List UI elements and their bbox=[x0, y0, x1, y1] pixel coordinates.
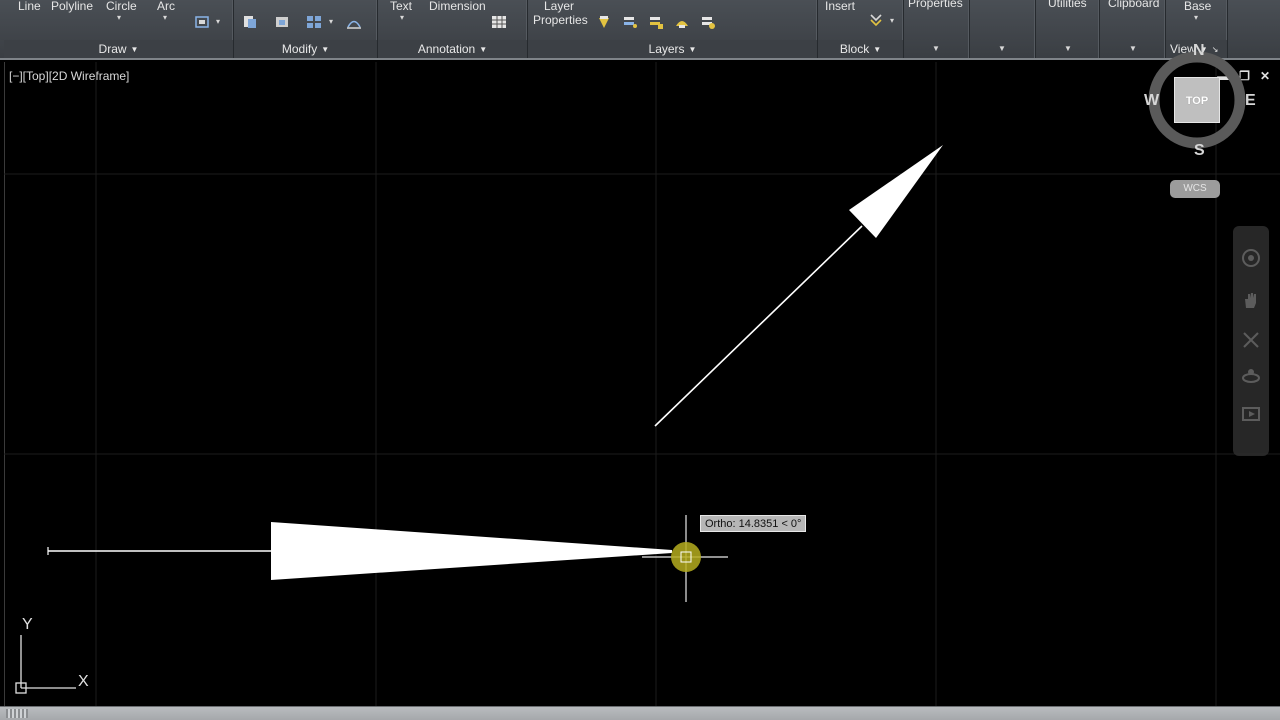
taper-wedge bbox=[271, 522, 672, 580]
compass-south[interactable]: S bbox=[1194, 142, 1205, 160]
arrow-head bbox=[849, 145, 943, 238]
pan-hand-icon[interactable] bbox=[1241, 290, 1261, 310]
ortho-tooltip: Ortho: 14.8351 < 0° bbox=[700, 515, 807, 532]
ucs-y-label: Y bbox=[22, 616, 33, 633]
arrow-polyline[interactable] bbox=[654, 145, 943, 427]
compass-west[interactable]: W bbox=[1144, 92, 1159, 110]
ucs-x-label: X bbox=[78, 673, 89, 690]
steering-wheel-icon[interactable] bbox=[1241, 248, 1261, 268]
wcs-menu-button[interactable]: WCS bbox=[1170, 180, 1220, 198]
viewcube[interactable]: N W E S TOP bbox=[1142, 42, 1256, 159]
grip-handle-icon[interactable] bbox=[6, 709, 28, 718]
grid-lines bbox=[4, 62, 1280, 706]
tapered-polyline[interactable] bbox=[47, 522, 672, 580]
compass-north[interactable]: N bbox=[1193, 42, 1205, 60]
navigation-bar bbox=[1233, 226, 1269, 456]
cursor-marker-icon bbox=[671, 542, 701, 572]
ucs-icon: Y X bbox=[15, 616, 89, 694]
arrow-shaft bbox=[654, 225, 863, 427]
drawing-canvas: Y X bbox=[4, 62, 1280, 706]
orbit-icon[interactable] bbox=[1241, 366, 1261, 386]
compass-east[interactable]: E bbox=[1245, 92, 1256, 110]
zoom-extents-icon[interactable] bbox=[1241, 330, 1261, 350]
bottom-tab-strip bbox=[0, 706, 1280, 720]
viewcube-top-face[interactable]: TOP bbox=[1174, 77, 1220, 123]
showmotion-icon[interactable] bbox=[1241, 404, 1261, 424]
